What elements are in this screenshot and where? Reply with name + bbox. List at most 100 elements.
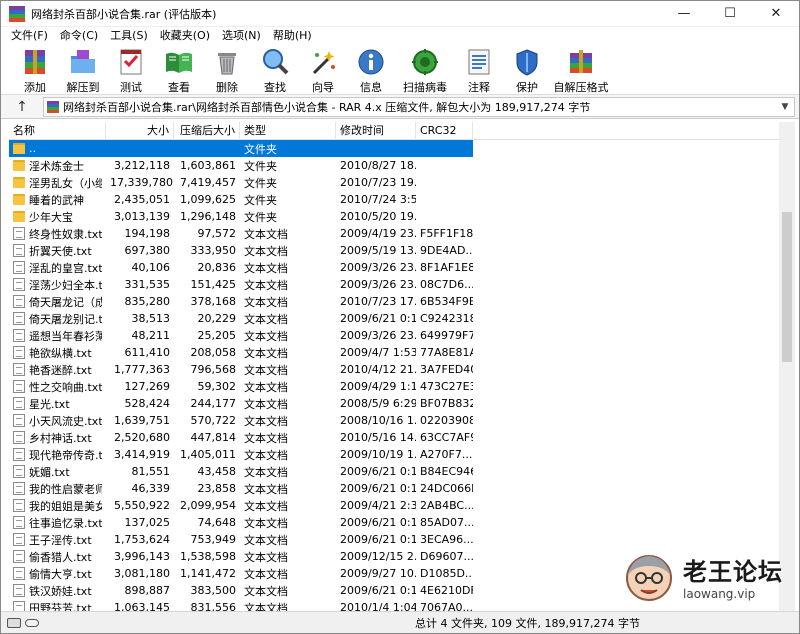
crc32: 2AB4BC... <box>420 499 473 512</box>
file-size: 3,414,919 <box>114 448 170 461</box>
text-file-icon <box>13 482 25 495</box>
table-row[interactable]: 我的性启蒙老师... 46,339 23,858 文本文档 2009/6/21 0:11… <box>9 480 779 497</box>
winrar-window: 网络封杀百部小说合集.rar (评估版本) — ☐ ✕ 文件(F) 命令(C) … <box>0 0 800 634</box>
key-icon[interactable] <box>25 618 39 627</box>
table-row[interactable]: 我的姐姐是美女... 5,550,922 2,099,954 文本文档 2009/4/2… <box>9 497 779 514</box>
file-type: 文本文档 <box>244 482 288 496</box>
disk-icon[interactable] <box>7 617 21 628</box>
table-row[interactable]: 淫男乱女（小继... 17,339,780 7,419,457 文件夹 2010/7/2… <box>9 174 779 191</box>
table-row[interactable]: 现代艳帝传奇.txt 3,414,919 1,405,011 文本文档 2009/10/… <box>9 446 779 463</box>
find-button[interactable]: 查找 <box>251 47 299 95</box>
protect-button[interactable]: 保护 <box>503 47 551 95</box>
table-row[interactable]: 倚天屠龙记（成... 835,280 378,168 文本文档 2010/7/23 17… <box>9 293 779 310</box>
delete-button[interactable]: 删除 <box>203 47 251 95</box>
file-name-cell: 小天风流史.txt <box>9 413 106 429</box>
column-modified[interactable]: 修改时间 <box>336 122 416 139</box>
scrollbar-thumb[interactable] <box>782 212 792 362</box>
virus-scan-button[interactable]: 扫描病毒 <box>395 47 455 95</box>
column-size[interactable]: 大小 <box>106 122 174 139</box>
table-row[interactable]: 往事追忆录.txt 137,025 74,648 文本文档 2009/6/21 0:11… <box>9 514 779 531</box>
close-button[interactable]: ✕ <box>753 1 799 27</box>
table-row[interactable]: 终身性奴隶.txt 194,198 97,572 文本文档 2009/4/19 23..… <box>9 225 779 242</box>
file-list: 名称 大小 压缩后大小 类型 修改时间 CRC32 .. 文件夹 淫术炼金士 3,21… <box>9 122 779 611</box>
crc32: 7067A0... <box>420 601 473 611</box>
menu-favorites[interactable]: 收藏夹(O) <box>154 27 216 45</box>
protect-icon <box>511 47 543 77</box>
modified-time: 2009/6/21 0:11 <box>340 533 416 546</box>
maximize-button[interactable]: ☐ <box>707 1 753 27</box>
add-button[interactable]: 添加 <box>11 47 59 95</box>
column-type[interactable]: 类型 <box>240 122 336 139</box>
file-size: 46,339 <box>131 482 171 495</box>
file-name: 淫术炼金士 <box>29 159 84 173</box>
virus-scan-icon <box>409 47 441 77</box>
table-row[interactable]: 少年大宝 3,013,139 1,296,148 文件夹 2010/5/20 19... <box>9 208 779 225</box>
column-packed[interactable]: 压缩后大小 <box>174 122 240 139</box>
view-label: 查看 <box>168 81 190 94</box>
table-row[interactable]: 妩媚.txt 81,551 43,458 文本文档 2009/6/21 0:11 B84E… <box>9 463 779 480</box>
table-row[interactable]: 淫荡少妇全本.txt 331,535 151,425 文本文档 2009/3/26 23… <box>9 276 779 293</box>
table-row[interactable]: 艳香迷醉.txt 1,777,363 796,568 文本文档 2010/4/12 21… <box>9 361 779 378</box>
table-row[interactable]: 淫乱的皇宫.txt 40,106 20,836 文本文档 2009/3/26 23...… <box>9 259 779 276</box>
menu-options[interactable]: 选项(N) <box>216 27 267 45</box>
up-folder-button[interactable]: ↑ <box>1 99 43 115</box>
table-row[interactable]: 星光.txt 528,424 244,177 文本文档 2008/5/9 6:29 BF0… <box>9 395 779 412</box>
table-row[interactable]: 淫术炼金士 3,212,118 1,603,861 文件夹 2010/8/27 18..… <box>9 157 779 174</box>
modified-time: 2010/5/20 19... <box>340 210 416 223</box>
text-file-icon <box>13 329 25 342</box>
menu-help[interactable]: 帮助(H) <box>267 27 318 45</box>
menu-commands[interactable]: 命令(C) <box>54 27 104 45</box>
table-row[interactable]: 遥想当年春衫薄... 48,211 25,205 文本文档 2009/3/26 23..… <box>9 327 779 344</box>
file-size: 40,106 <box>131 261 171 274</box>
info-label: 信息 <box>360 81 382 94</box>
chevron-down-icon[interactable]: ▼ <box>776 102 794 112</box>
table-row[interactable]: 小天风流史.txt 1,639,751 570,722 文本文档 2008/10/16 … <box>9 412 779 429</box>
sfx-button[interactable]: 自解压格式 <box>551 47 611 95</box>
text-file-icon <box>13 244 25 257</box>
file-type: 文本文档 <box>244 550 288 564</box>
add-label: 添加 <box>24 81 46 94</box>
table-row[interactable]: 倚天屠龙别记.txt 38,513 20,229 文本文档 2009/6/21 0:11… <box>9 310 779 327</box>
comment-button[interactable]: 注释 <box>455 47 503 95</box>
column-crc[interactable]: CRC32 <box>416 122 473 139</box>
column-header: 名称 大小 压缩后大小 类型 修改时间 CRC32 <box>9 122 779 140</box>
address-field[interactable]: 网络封杀百部小说合集.rar\网络封杀百部情色小说合集 - RAR 4.x 压缩… <box>43 96 795 117</box>
folder-icon <box>13 211 25 222</box>
vertical-scrollbar[interactable] <box>779 122 795 611</box>
file-type: 文件夹 <box>244 142 277 156</box>
file-size: 1,063,145 <box>114 601 170 611</box>
file-type: 文本文档 <box>244 363 288 377</box>
extract-to-button[interactable]: 解压到 <box>59 47 107 95</box>
file-type: 文本文档 <box>244 380 288 394</box>
packed-size: 7,419,457 <box>180 176 236 189</box>
modified-time: 2010/5/16 14... <box>340 431 416 444</box>
file-name: 倚天屠龙记（成... <box>29 295 102 309</box>
minimize-button[interactable]: — <box>661 1 707 27</box>
packed-size: 1,296,148 <box>180 210 236 223</box>
extract-to-icon <box>67 47 99 77</box>
test-button[interactable]: 测试 <box>107 47 155 95</box>
test-icon <box>115 47 147 77</box>
table-row[interactable]: 艳欲纵横.txt 611,410 208,058 文本文档 2009/4/7 1:53 7… <box>9 344 779 361</box>
modified-time: 2009/3/26 23... <box>340 278 416 291</box>
crc32: 649979F7 <box>420 329 473 342</box>
watermark-url: laowang.vip <box>683 586 756 601</box>
modified-time: 2009/10/19 1... <box>340 448 416 461</box>
table-row[interactable]: 折翼天使.txt 697,380 333,950 文本文档 2009/5/19 13..… <box>9 242 779 259</box>
view-button[interactable]: 查看 <box>155 47 203 95</box>
table-row[interactable]: 性之交响曲.txt 127,269 59,302 文本文档 2009/4/29 1:10… <box>9 378 779 395</box>
file-name-cell: 田野芬芳.txt <box>9 600 106 611</box>
text-file-icon <box>13 312 25 325</box>
table-row[interactable]: 睡着的武神 2,435,051 1,099,625 文件夹 2010/7/24 3:55 <box>9 191 779 208</box>
wizard-button[interactable]: 向导 <box>299 47 347 95</box>
modified-time: 2010/4/12 21... <box>340 363 416 376</box>
file-name-cell: 遥想当年春衫薄... <box>9 328 106 344</box>
menu-tools[interactable]: 工具(S) <box>104 27 154 45</box>
crc32: 08C7D6... <box>420 278 473 291</box>
modified-time: 2010/8/27 18... <box>340 159 416 172</box>
parent-folder-row[interactable]: .. 文件夹 <box>9 140 473 157</box>
info-button[interactable]: 信息 <box>347 47 395 95</box>
column-name[interactable]: 名称 <box>9 122 106 139</box>
menu-file[interactable]: 文件(F) <box>5 27 54 45</box>
table-row[interactable]: 乡村神话.txt 2,520,680 447,814 文本文档 2010/5/16 14… <box>9 429 779 446</box>
